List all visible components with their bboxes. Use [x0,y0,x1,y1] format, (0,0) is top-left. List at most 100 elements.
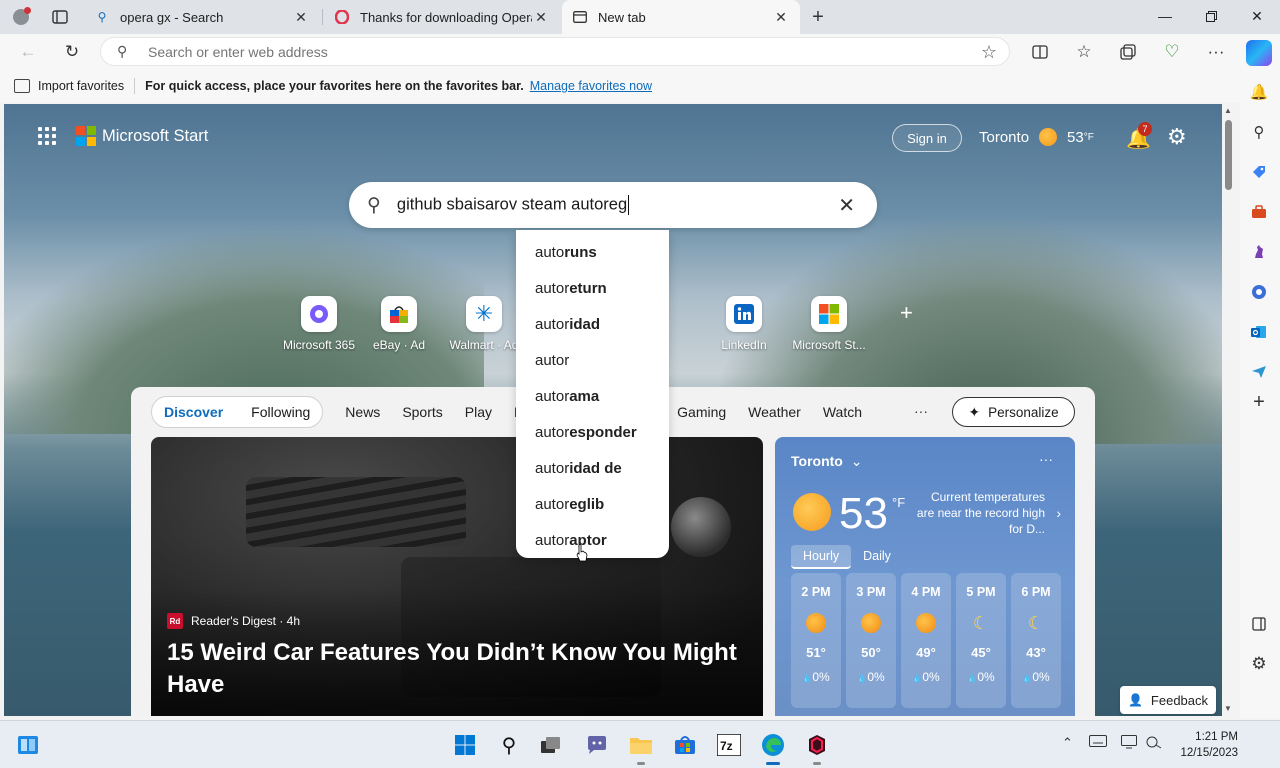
page-scrollbar[interactable] [1222,104,1236,716]
tab-following[interactable]: Following [251,404,310,420]
import-favorites-button[interactable]: Import favorites [14,79,124,93]
search-suggestion-item[interactable]: autor eturn [516,270,669,306]
quick-link-linkedin[interactable]: LinkedIn [699,296,789,352]
copilot-icon[interactable] [1246,40,1272,66]
close-window-button[interactable]: ✕ [1234,0,1280,32]
tab-opera-gx-search[interactable]: ⚲ opera gx - Search ✕ [84,0,320,34]
microsoft365-icon[interactable] [1249,282,1269,302]
collections-button[interactable] [1114,38,1142,66]
nav-weather[interactable]: Weather [748,404,801,420]
add-sidebar-app-icon[interactable]: + [1249,391,1269,413]
quick-link-microsoft-store[interactable]: Microsoft St... [784,296,874,352]
hourly-item[interactable]: 2 PM 51° 💧0% [791,573,841,708]
widgets-button[interactable] [14,731,42,759]
refresh-button[interactable]: ↻ [58,38,86,66]
file-explorer-button[interactable] [627,731,655,765]
weather-city[interactable]: Toronto ⌄ [791,453,862,470]
scrollbar-thumb[interactable] [1225,120,1232,190]
address-input[interactable] [148,43,948,60]
close-tab-icon[interactable]: ✕ [532,8,550,26]
hourly-item[interactable]: 6 PM ☾ 43° 💧0% [1011,573,1061,708]
start-button[interactable] [451,731,479,759]
hide-sidebar-icon[interactable] [1249,614,1269,634]
back-button[interactable]: ← [14,38,42,66]
minimize-button[interactable]: — [1142,0,1188,32]
chevron-right-icon[interactable]: › [1056,505,1061,521]
notification-bell-icon[interactable]: 🔔 [1249,82,1269,102]
nav-sports[interactable]: Sports [402,404,442,420]
sign-in-button[interactable]: Sign in [892,124,962,152]
keyboard-icon[interactable] [1089,735,1107,750]
split-screen-button[interactable] [1026,38,1054,66]
search-query-text[interactable]: github sbaisarov steam autoreg [397,195,630,215]
search-suggestion-item[interactable]: autor esponder [516,414,669,450]
settings-more-button[interactable]: ··· [1202,38,1230,66]
search-suggestion-item[interactable]: auto runs [516,234,669,270]
network-icon[interactable] [1146,735,1164,752]
taskbar-search-button[interactable]: ⚲ [495,731,523,759]
tools-icon[interactable] [1249,202,1269,222]
opera-gx-button[interactable] [803,731,831,765]
search-icon[interactable]: ⚲ [1249,122,1269,142]
edge-browser-button[interactable] [759,731,787,765]
clear-search-icon[interactable]: ✕ [838,193,855,218]
tab-actions-button[interactable] [46,6,74,28]
quick-link-microsoft365[interactable]: Microsoft 365 [274,296,364,352]
shopping-tag-icon[interactable] [1249,162,1269,182]
weather-card[interactable]: Toronto ⌄ ··· 53 °F Current temperatures… [775,437,1075,716]
feedback-button[interactable]: 👤 Feedback [1120,686,1216,714]
weather-alert[interactable]: Current temperatures are near the record… [915,489,1045,537]
manage-favorites-link[interactable]: Manage favorites now [530,79,652,93]
search-suggestion-item[interactable]: autor [516,342,669,378]
performance-button[interactable]: ♡ [1158,38,1186,66]
address-bar[interactable]: ⚲ ☆ [100,37,1010,66]
close-tab-icon[interactable]: ✕ [772,8,790,26]
weather-more-icon[interactable]: ··· [1039,451,1053,467]
7zip-button[interactable]: 7z [715,731,743,759]
sidebar-settings-icon[interactable]: ⚙ [1249,654,1269,674]
search-suggestion-item[interactable]: autor ama [516,378,669,414]
web-search-box[interactable]: ⚲ github sbaisarov steam autoreg ✕ [349,182,877,228]
quick-link-ebay[interactable]: eBay · Ad [354,296,444,352]
system-clock[interactable]: 1:21 PM 12/15/2023 [1178,729,1238,761]
send-icon[interactable] [1249,362,1269,382]
task-view-button[interactable] [537,731,565,759]
article-headline[interactable]: 15 Weird Car Features You Didn’t Know Yo… [167,637,747,701]
weather-summary[interactable]: Toronto 53 °F [979,128,1094,146]
app-launcher-icon[interactable] [38,127,56,145]
search-suggestion-item[interactable]: autor aptor [516,522,669,558]
tab-daily[interactable]: Daily [851,545,903,569]
scroll-up-icon[interactable]: ▲ [1224,106,1232,115]
nav-watch[interactable]: Watch [823,404,862,420]
hourly-item[interactable]: 3 PM 50° 💧0% [846,573,896,708]
hourly-item[interactable]: 5 PM ☾ 45° 💧0% [956,573,1006,708]
nav-news[interactable]: News [345,404,380,420]
new-tab-button[interactable]: + [806,5,830,29]
add-quick-link-icon[interactable]: + [900,300,913,326]
page-settings-gear-icon[interactable]: ⚙ [1167,124,1187,150]
search-suggestion-item[interactable]: autor idad de [516,450,669,486]
favorites-button[interactable]: ☆ [1070,38,1098,66]
nav-play[interactable]: Play [465,404,492,420]
tab-thanks-opera[interactable]: Thanks for downloading Opera ✕ [324,0,560,34]
hero-article-card[interactable]: Rd Reader's Digest · 4h 15 Weird Car Fea… [151,437,763,716]
games-icon[interactable] [1249,242,1269,262]
favorite-star-icon[interactable]: ☆ [981,42,997,63]
search-suggestion-item[interactable]: autor eglib [516,486,669,522]
brand-title[interactable]: Microsoft Start [102,127,208,146]
tab-new-tab[interactable]: New tab ✕ [562,0,800,34]
more-feed-options-icon[interactable]: ··· [914,403,928,419]
tab-discover[interactable]: Discover [164,404,223,420]
search-suggestion-item[interactable]: autor idad [516,306,669,342]
hourly-item[interactable]: 4 PM 49° 💧0% [901,573,951,708]
scroll-down-icon[interactable]: ▼ [1224,704,1232,713]
restore-button[interactable] [1188,0,1234,32]
close-tab-icon[interactable]: ✕ [292,8,310,26]
teams-chat-button[interactable] [583,731,611,759]
personalize-button[interactable]: ✦ Personalize [952,397,1075,427]
nav-gaming[interactable]: Gaming [677,404,726,420]
display-icon[interactable] [1121,735,1139,752]
tab-hourly[interactable]: Hourly [791,545,852,569]
show-hidden-icons-chevron-icon[interactable]: ⌃ [1062,735,1073,751]
outlook-icon[interactable] [1249,322,1269,342]
